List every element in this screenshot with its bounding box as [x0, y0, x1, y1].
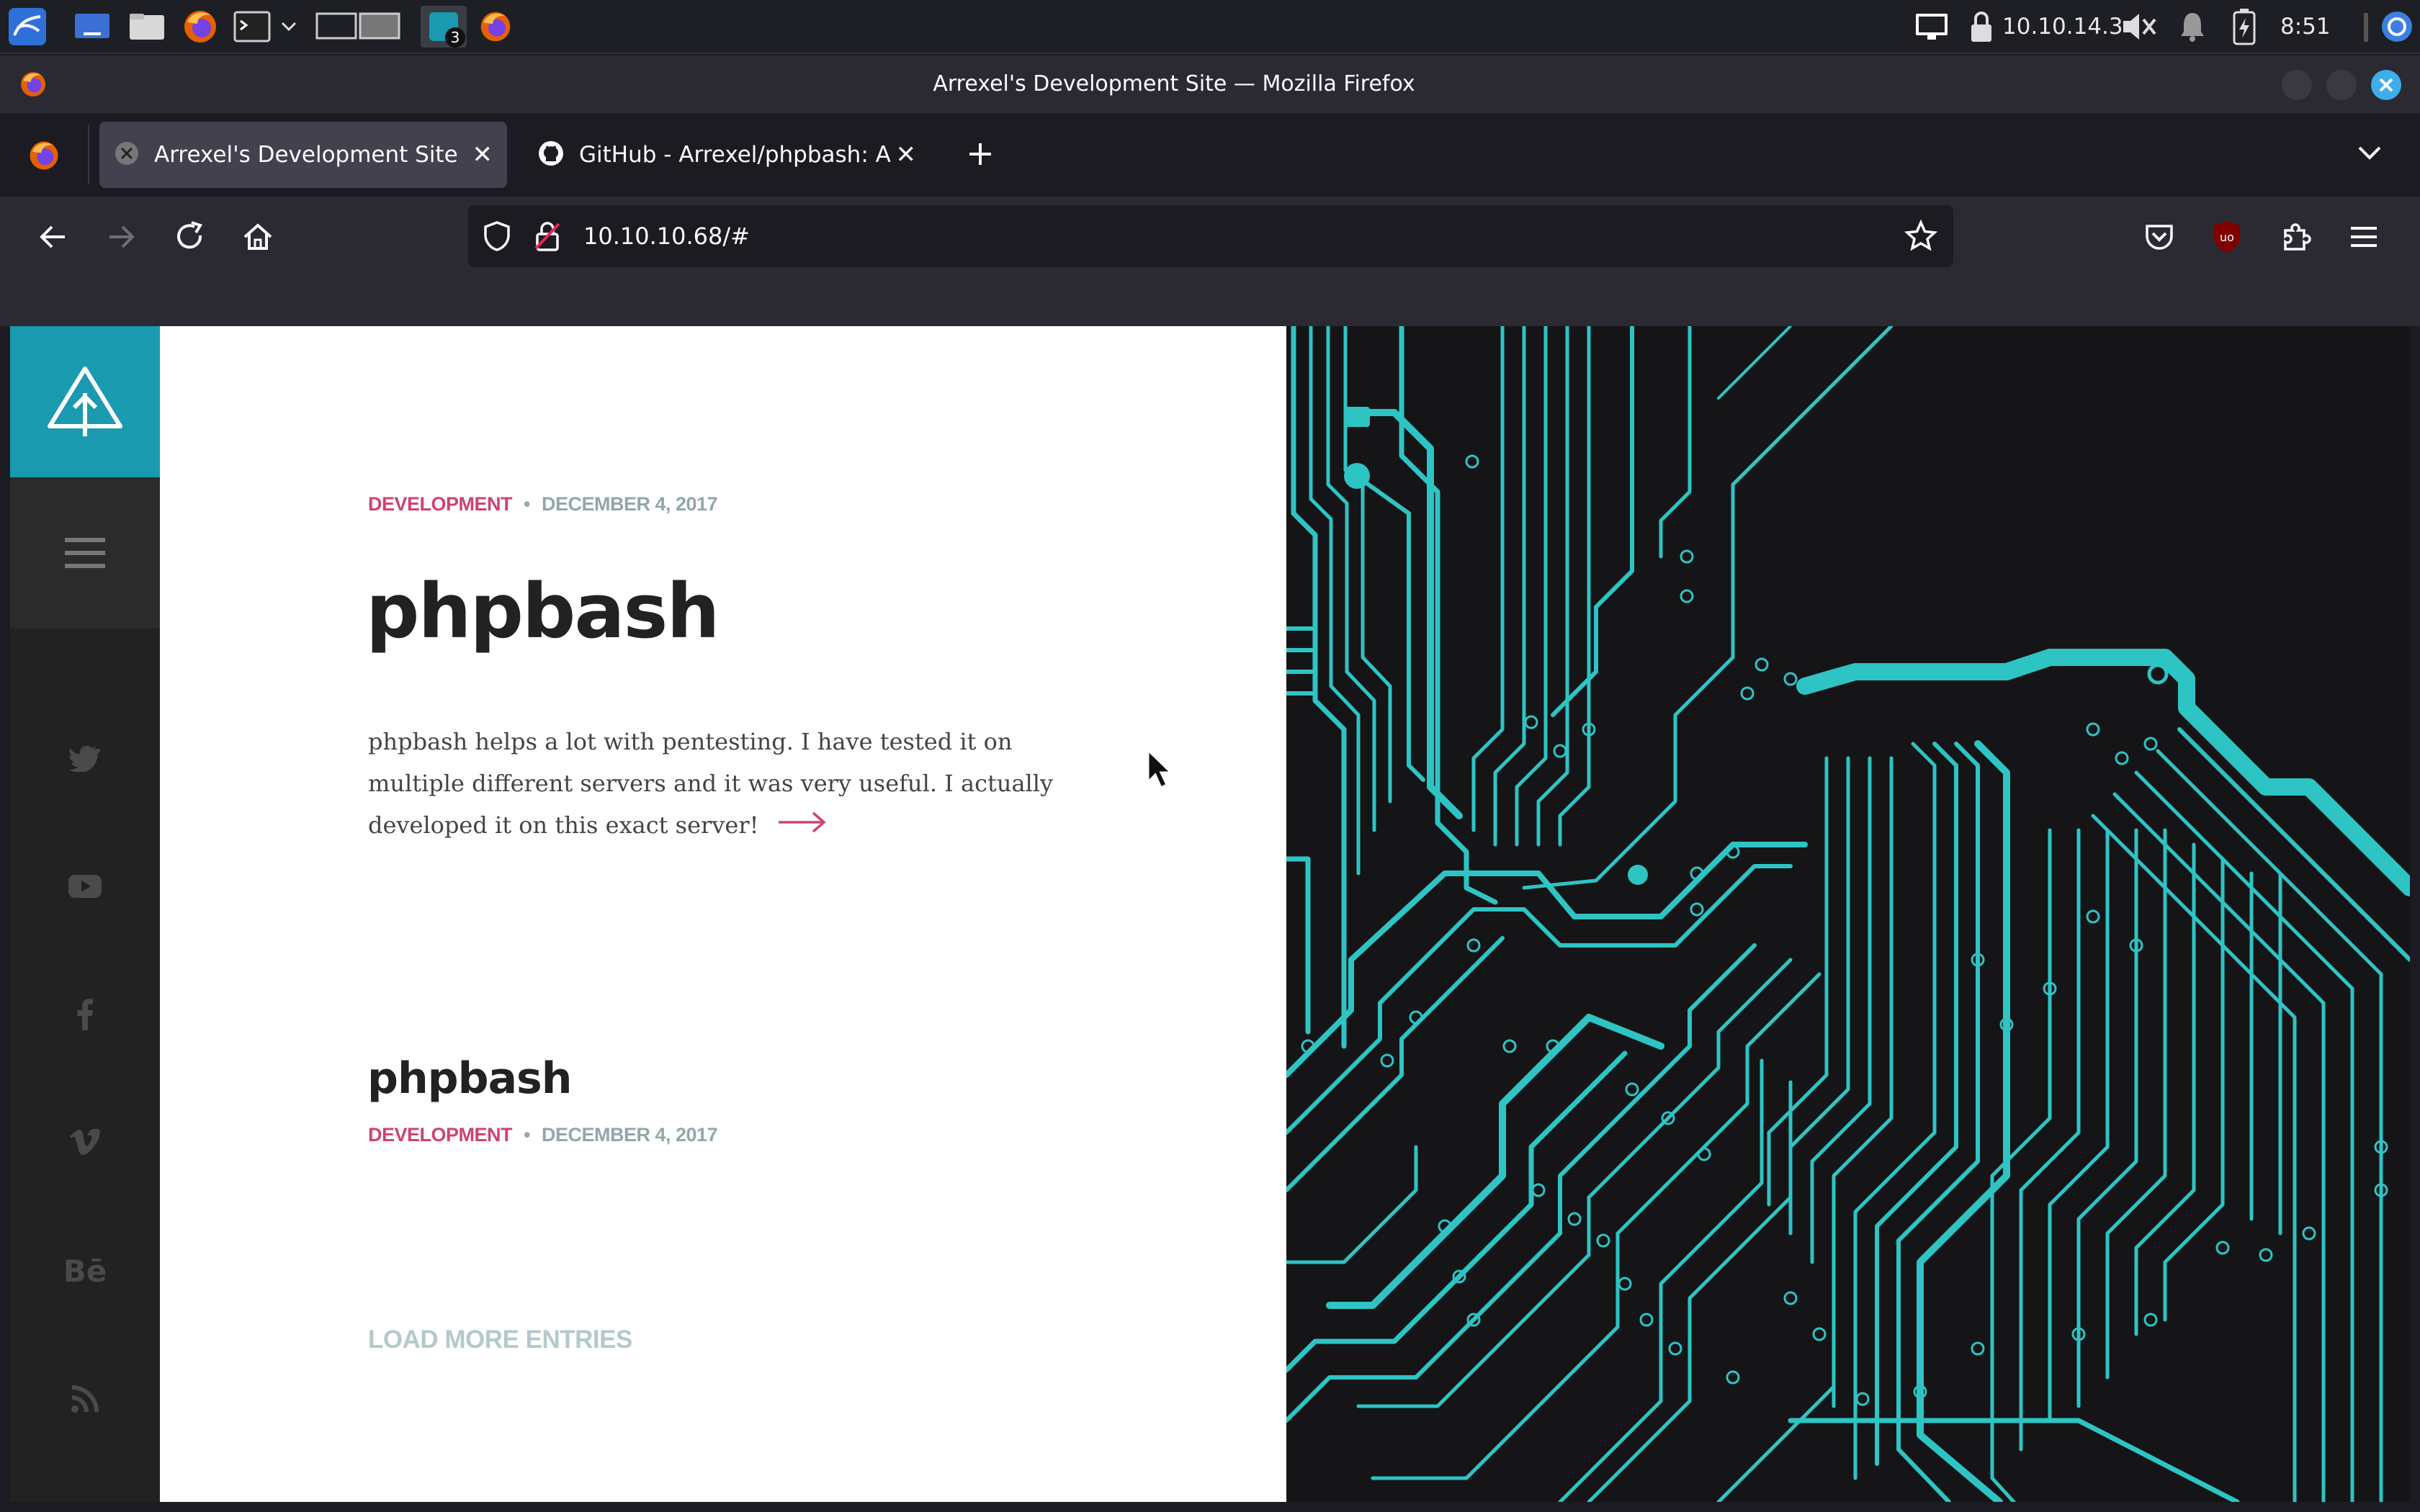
- new-tab-icon[interactable]: [964, 138, 997, 174]
- address-bar[interactable]: 10.10.10.68/#: [468, 205, 1953, 267]
- excerpt-text: phpbash helps a lot with pentesting. I h…: [368, 728, 1054, 839]
- app-menu-hamburger-icon[interactable]: [2344, 217, 2384, 257]
- behance-icon[interactable]: Bē: [10, 1242, 160, 1300]
- insecure-lock-icon[interactable]: [533, 220, 562, 256]
- notifications-bell-icon[interactable]: [2172, 6, 2213, 48]
- workspace-switcher[interactable]: [315, 6, 402, 48]
- bookmark-star-icon[interactable]: [1904, 219, 1938, 256]
- pocket-icon[interactable]: [2139, 217, 2179, 257]
- firefox-window-icon[interactable]: [472, 6, 519, 48]
- site-logo[interactable]: [10, 326, 160, 477]
- window-title: Arrexel's Development Site — Mozilla Fir…: [933, 71, 1415, 96]
- close-tab-icon[interactable]: ✕: [896, 140, 917, 169]
- active-window-kali-icon[interactable]: 3: [421, 6, 467, 48]
- blog-content: DEVELOPMENT • DECEMBER 4, 2017 phpbash php…: [160, 326, 1286, 1502]
- battery-charging-icon[interactable]: [2224, 6, 2264, 48]
- minimize-button[interactable]: [2282, 70, 2312, 100]
- site-favicon-icon: [114, 140, 140, 169]
- navigation-toolbar: 10.10.10.68/# uo: [0, 197, 2420, 277]
- terminal-icon[interactable]: [229, 6, 275, 48]
- display-icon[interactable]: [1912, 6, 1952, 48]
- back-icon[interactable]: [33, 217, 73, 257]
- post-category-link[interactable]: DEVELOPMENT: [368, 493, 513, 515]
- firefox-view-icon[interactable]: [27, 139, 60, 175]
- mouse-cursor: [1147, 747, 1175, 793]
- file-manager-icon[interactable]: [124, 6, 170, 48]
- forward-icon[interactable]: [101, 217, 141, 257]
- tab-divider: [88, 125, 89, 184]
- toolbar-spacer: [0, 277, 2420, 326]
- workspace-badge: 3: [445, 27, 465, 48]
- hamburger-menu-icon: [65, 538, 105, 568]
- featured-post-title[interactable]: phpbash: [366, 567, 720, 655]
- os-taskbar: 3 10.10.14.3 8:51: [0, 0, 2420, 54]
- web-page: Bē DEVELOPMENT • DECEMBER 4, 2017 phpbash …: [10, 326, 2410, 1502]
- volume-muted-icon[interactable]: [2118, 6, 2161, 48]
- post-category-link[interactable]: DEVELOPMENT: [368, 1124, 513, 1146]
- tab-title: Arrexel's Development Site: [154, 142, 458, 168]
- youtube-icon[interactable]: [10, 858, 160, 915]
- chevron-down-icon[interactable]: [278, 6, 300, 48]
- circuit-board-illustration: [1286, 326, 2410, 1502]
- show-desktop-icon[interactable]: [69, 6, 115, 48]
- firefox-launcher-icon[interactable]: [177, 6, 223, 48]
- featured-post-excerpt: phpbash helps a lot with pentesting. I h…: [368, 721, 1095, 848]
- load-more-entries-button[interactable]: LOAD MORE ENTRIES: [368, 1326, 632, 1354]
- url-text[interactable]: 10.10.10.68/#: [583, 205, 750, 267]
- read-more-arrow-icon[interactable]: [777, 806, 828, 848]
- ublock-origin-icon[interactable]: uo: [2207, 217, 2247, 257]
- tray-divider: [2364, 13, 2368, 42]
- extensions-puzzle-icon[interactable]: [2276, 217, 2316, 257]
- featured-post-meta: DEVELOPMENT • DECEMBER 4, 2017: [368, 493, 718, 516]
- window-titlebar: Arrexel's Development Site — Mozilla Fir…: [0, 55, 2420, 113]
- post-date[interactable]: DECEMBER 4, 2017: [542, 1124, 718, 1146]
- site-sidebar: Bē: [10, 326, 160, 1502]
- tracking-protection-shield-icon[interactable]: [483, 220, 511, 256]
- facebook-icon[interactable]: [10, 986, 160, 1043]
- tab-strip: Arrexel's Development Site ✕ GitHub - Ar…: [0, 113, 2420, 197]
- vpn-lock-icon[interactable]: [1963, 6, 1999, 48]
- tree-triangle-logo-icon: [48, 366, 122, 436]
- close-window-button[interactable]: [2371, 70, 2401, 100]
- power-menu-icon[interactable]: [2377, 6, 2417, 48]
- second-post-title[interactable]: phpbash: [367, 1053, 572, 1104]
- second-post-meta: DEVELOPMENT • DECEMBER 4, 2017: [368, 1124, 718, 1146]
- meta-separator: •: [524, 1124, 530, 1146]
- list-all-tabs-icon[interactable]: [2355, 143, 2384, 166]
- vimeo-icon[interactable]: [10, 1114, 160, 1171]
- clock[interactable]: 8:51: [2280, 0, 2331, 54]
- rss-icon[interactable]: [10, 1370, 160, 1428]
- menu-toggle[interactable]: [10, 477, 160, 629]
- meta-separator: •: [524, 493, 530, 515]
- twitter-icon[interactable]: [10, 729, 160, 787]
- tab-title: GitHub - Arrexel/phpbash: A: [579, 142, 891, 168]
- reload-icon[interactable]: [170, 217, 210, 257]
- close-tab-icon[interactable]: ✕: [472, 140, 493, 169]
- home-icon[interactable]: [238, 217, 278, 257]
- maximize-button[interactable]: [2326, 70, 2357, 100]
- github-icon: [537, 140, 565, 170]
- post-date[interactable]: DECEMBER 4, 2017: [542, 493, 718, 515]
- svg-text:uo: uo: [2220, 230, 2234, 244]
- circuit-board-hero-image: [1286, 326, 2410, 1502]
- tab-active[interactable]: Arrexel's Development Site ✕: [99, 122, 507, 188]
- kali-menu-icon[interactable]: [4, 6, 50, 48]
- ip-address: 10.10.14.3: [2002, 14, 2123, 40]
- tab-github[interactable]: GitHub - Arrexel/phpbash: A ✕: [523, 122, 931, 188]
